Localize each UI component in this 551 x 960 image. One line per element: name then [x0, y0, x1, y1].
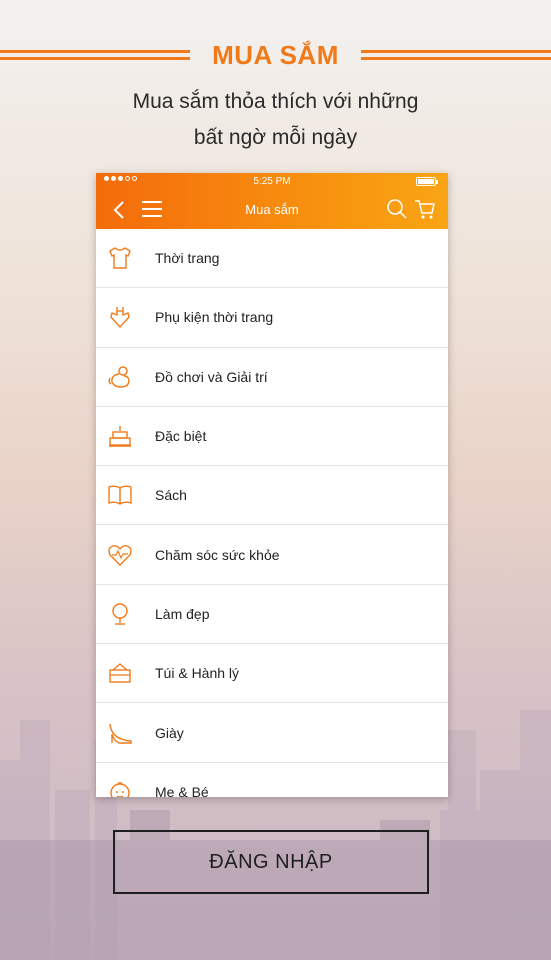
heart-pulse-icon	[108, 544, 132, 566]
app-bar: 5:25 PM Mua sắm	[96, 173, 448, 229]
book-icon	[108, 485, 132, 506]
subtitle-line-1: Mua sắm thỏa thích với những	[132, 90, 419, 113]
category-item-bags[interactable]: Túi & Hành lý	[96, 644, 448, 704]
category-item-fashion[interactable]: Thời trang	[96, 229, 448, 289]
category-label: Mẹ & Bé	[155, 783, 209, 797]
cake-icon	[109, 426, 131, 447]
page-title: MUA SẮM	[212, 39, 339, 70]
category-item-toys[interactable]: Đồ chơi và Giải trí	[96, 348, 448, 407]
category-item-mom-baby[interactable]: Mẹ & Bé	[96, 763, 448, 797]
category-item-beauty[interactable]: Làm đẹp	[96, 585, 448, 645]
accessory-icon	[110, 307, 130, 329]
category-label: Sách	[155, 487, 187, 504]
title-decor-right	[361, 50, 551, 60]
category-label: Đặc biệt	[155, 428, 207, 445]
battery-icon	[416, 177, 438, 186]
high-heel-icon	[109, 723, 132, 744]
category-item-books[interactable]: Sách	[96, 466, 448, 526]
category-item-special[interactable]: Đặc biệt	[96, 407, 448, 467]
search-icon[interactable]	[386, 198, 408, 220]
category-item-accessories[interactable]: Phụ kiện thời trang	[96, 288, 448, 348]
nav-row: Mua sắm	[96, 191, 448, 229]
baby-icon	[110, 781, 130, 797]
page-subtitle: Mua sắm thỏa thích với những bất ngờ mỗi…	[0, 84, 551, 156]
category-label: Giày	[155, 724, 184, 741]
phone-screen: 5:25 PM Mua sắm Thời trang Phụ kiện thời…	[96, 173, 448, 797]
category-label: Túi & Hành lý	[155, 665, 240, 682]
shirt-icon	[109, 247, 131, 269]
duck-toy-icon	[108, 366, 130, 388]
login-button[interactable]: ĐĂNG NHẬP	[113, 830, 429, 894]
category-label: Làm đẹp	[155, 605, 210, 622]
category-item-health[interactable]: Chăm sóc sức khỏe	[96, 525, 448, 585]
category-label: Thời trang	[155, 250, 220, 267]
status-time: 5:25 PM	[253, 176, 291, 187]
category-list: Thời trang Phụ kiện thời trang Đồ chơi v…	[96, 229, 448, 797]
category-item-shoes[interactable]: Giày	[96, 703, 448, 763]
status-bar: 5:25 PM	[96, 173, 448, 191]
title-decor-left	[0, 50, 190, 60]
category-label: Chăm sóc sức khỏe	[155, 546, 280, 563]
category-label: Đồ chơi và Giải trí	[155, 368, 268, 385]
mirror-icon	[112, 603, 128, 625]
header: MUA SẮM	[0, 38, 551, 72]
category-label: Phụ kiện thời trang	[155, 309, 274, 326]
bag-icon	[109, 663, 131, 683]
subtitle-line-2: bất ngờ mỗi ngày	[193, 126, 358, 149]
cart-icon[interactable]	[414, 198, 436, 220]
